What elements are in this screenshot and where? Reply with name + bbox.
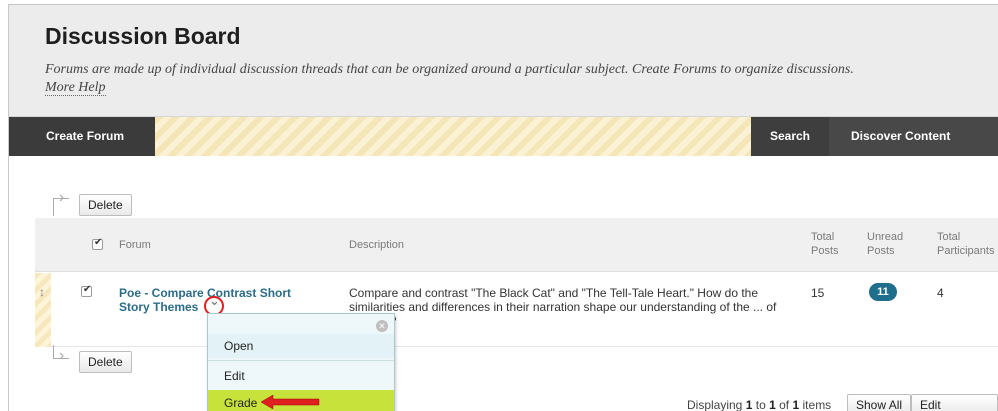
column-header-forum[interactable]: Forum: [119, 238, 151, 252]
paging-from: 1: [745, 398, 753, 411]
column-header-total-posts[interactable]: Total Posts: [811, 230, 839, 258]
column-header-unread-posts-line2: Posts: [867, 245, 895, 257]
paging-total: 1: [792, 398, 800, 411]
paging-status: Displaying 1 to 1 of 1 items: [687, 398, 831, 411]
paging-to-word: to: [755, 398, 766, 411]
total-participants-value: 4: [937, 286, 944, 300]
page-description: Forums are made up of individual discuss…: [45, 61, 990, 97]
menu-item-edit[interactable]: Edit: [208, 364, 394, 388]
table-header: Forum Description Total Posts Unread Pos…: [35, 218, 998, 272]
action-bar: Create Forum Search Discover Content: [9, 117, 998, 156]
column-header-unread-posts-line1: Unread: [867, 231, 904, 243]
column-header-unread-posts[interactable]: Unread Posts: [867, 230, 903, 258]
row-checkbox[interactable]: [81, 284, 92, 297]
column-header-total-participants[interactable]: Total Participants: [937, 230, 994, 258]
delete-button-bottom[interactable]: Delete: [79, 351, 132, 373]
menu-divider: [208, 360, 394, 361]
paging-to: 1: [769, 398, 776, 411]
paging-suffix: items: [802, 398, 832, 411]
search-button[interactable]: Search: [751, 117, 829, 156]
total-posts-value: 15: [811, 286, 825, 300]
column-header-total-posts-line1: Total: [811, 231, 835, 243]
column-header-total-participants-line2: Participants: [937, 245, 995, 257]
column-header-total-posts-line2: Posts: [811, 245, 839, 257]
delete-button-top[interactable]: Delete: [79, 194, 132, 216]
bulk-action-arrow-icon: [53, 189, 69, 216]
paging-of-word: of: [779, 398, 790, 411]
close-icon[interactable]: ✕: [376, 320, 388, 332]
unread-posts-badge[interactable]: 11: [869, 283, 897, 301]
column-header-description[interactable]: Description: [349, 238, 404, 252]
bulk-action-arrow-bottom-icon: [53, 345, 69, 365]
drag-handle[interactable]: ↕: [35, 273, 51, 347]
page-header: Discussion Board Forums are made up of i…: [9, 5, 998, 117]
menu-item-open[interactable]: Open: [208, 334, 394, 358]
select-all-checkbox[interactable]: [92, 237, 103, 250]
annotation-arrow-icon: [261, 395, 320, 409]
action-bar-spacer: [155, 117, 751, 156]
create-forum-button[interactable]: Create Forum: [9, 117, 155, 156]
discover-content-button[interactable]: Discover Content: [829, 117, 998, 156]
page-description-text: Forums are made up of individual discuss…: [45, 62, 854, 77]
edit-paging-button[interactable]: Edit Paging...: [911, 394, 998, 411]
table-row: ↕ Poe - Compare Contrast Short Story The…: [35, 273, 998, 347]
column-header-total-participants-line1: Total: [937, 231, 961, 243]
show-all-button[interactable]: Show All: [847, 394, 912, 411]
page-title: Discussion Board: [45, 23, 241, 49]
paging-prefix: Displaying: [687, 398, 743, 411]
more-help-link[interactable]: More Help: [45, 80, 106, 96]
forum-description: Compare and contrast "The Black Cat" and…: [349, 286, 777, 328]
drag-arrows-icon: ↕: [39, 285, 45, 299]
discussion-board-page: Discussion Board Forums are made up of i…: [8, 4, 998, 411]
